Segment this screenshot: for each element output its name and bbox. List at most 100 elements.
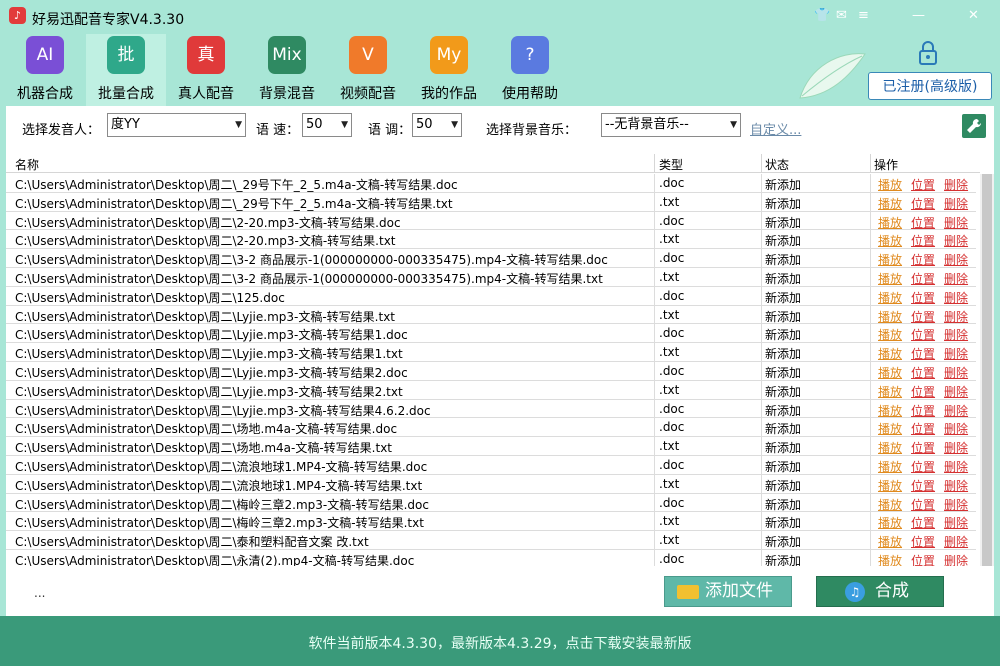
vertical-scrollbar[interactable] bbox=[980, 174, 994, 566]
custom-bgm-link[interactable]: 自定义... bbox=[750, 119, 801, 138]
locate-link[interactable]: 位置 bbox=[911, 178, 935, 192]
play-link[interactable]: 播放 bbox=[878, 291, 902, 305]
table-row[interactable]: C:\Users\Administrator\Desktop\周二\2-20.m… bbox=[6, 211, 976, 231]
locate-link[interactable]: 位置 bbox=[911, 197, 935, 211]
table-row[interactable]: C:\Users\Administrator\Desktop\周二\Lyjie.… bbox=[6, 399, 976, 419]
delete-link[interactable]: 删除 bbox=[944, 347, 968, 361]
tool-batch-synthesis[interactable]: 批 批量合成 bbox=[86, 34, 166, 106]
table-row[interactable]: C:\Users\Administrator\Desktop\周二\_29号下午… bbox=[6, 174, 976, 193]
locate-link[interactable]: 位置 bbox=[911, 291, 935, 305]
table-row[interactable]: C:\Users\Administrator\Desktop\周二\Lyjie.… bbox=[6, 324, 976, 344]
version-status[interactable]: 软件当前版本4.3.30，最新版本4.3.29，点击下载安装最新版 bbox=[0, 633, 1000, 653]
delete-link[interactable]: 删除 bbox=[944, 178, 968, 192]
play-link[interactable]: 播放 bbox=[878, 460, 902, 474]
table-row[interactable]: C:\Users\Administrator\Desktop\周二\场地.m4a… bbox=[6, 437, 976, 456]
locate-link[interactable]: 位置 bbox=[911, 385, 935, 399]
table-row[interactable]: C:\Users\Administrator\Desktop\周二\流浪地球1.… bbox=[6, 455, 976, 475]
locate-link[interactable]: 位置 bbox=[911, 234, 935, 248]
header-ops[interactable]: 操作 bbox=[874, 156, 898, 173]
table-row[interactable]: C:\Users\Administrator\Desktop\周二\流浪地球1.… bbox=[6, 474, 976, 494]
table-row[interactable]: C:\Users\Administrator\Desktop\周二\永清(2).… bbox=[6, 549, 976, 566]
scrollbar-thumb[interactable] bbox=[982, 174, 992, 566]
header-name[interactable]: 名称 bbox=[15, 156, 39, 173]
locate-link[interactable]: 位置 bbox=[911, 498, 935, 512]
play-link[interactable]: 播放 bbox=[878, 422, 902, 436]
play-link[interactable]: 播放 bbox=[878, 366, 902, 380]
delete-link[interactable]: 删除 bbox=[944, 216, 968, 230]
table-row[interactable]: C:\Users\Administrator\Desktop\周二\3-2 商品… bbox=[6, 267, 976, 287]
menu-icon[interactable]: ≡ bbox=[858, 9, 869, 23]
play-link[interactable]: 播放 bbox=[878, 554, 902, 566]
locate-link[interactable]: 位置 bbox=[911, 535, 935, 549]
delete-link[interactable]: 删除 bbox=[944, 291, 968, 305]
delete-link[interactable]: 删除 bbox=[944, 253, 968, 267]
locate-link[interactable]: 位置 bbox=[911, 441, 935, 455]
tool-human-dubbing[interactable]: 真 真人配音 bbox=[166, 34, 246, 106]
delete-link[interactable]: 删除 bbox=[944, 328, 968, 342]
delete-link[interactable]: 删除 bbox=[944, 366, 968, 380]
pitch-select[interactable]: 50 ▼ bbox=[412, 113, 462, 137]
settings-tool-button[interactable] bbox=[962, 114, 986, 138]
header-status[interactable]: 状态 bbox=[765, 156, 789, 173]
speed-select[interactable]: 50 ▼ bbox=[302, 113, 352, 137]
play-link[interactable]: 播放 bbox=[878, 216, 902, 230]
play-link[interactable]: 播放 bbox=[878, 479, 902, 493]
play-link[interactable]: 播放 bbox=[878, 234, 902, 248]
play-link[interactable]: 播放 bbox=[878, 310, 902, 324]
delete-link[interactable]: 删除 bbox=[944, 404, 968, 418]
locate-link[interactable]: 位置 bbox=[911, 422, 935, 436]
locate-link[interactable]: 位置 bbox=[911, 479, 935, 493]
table-row[interactable]: C:\Users\Administrator\Desktop\周二\3-2 商品… bbox=[6, 249, 976, 268]
skin-icon[interactable]: 👕 bbox=[814, 9, 830, 23]
table-row[interactable]: C:\Users\Administrator\Desktop\周二\梅岭三章2.… bbox=[6, 493, 976, 513]
locate-link[interactable]: 位置 bbox=[911, 328, 935, 342]
tool-video-dubbing[interactable]: V 视频配音 bbox=[328, 34, 408, 106]
locate-link[interactable]: 位置 bbox=[911, 310, 935, 324]
tool-my-works[interactable]: My 我的作品 bbox=[409, 34, 489, 106]
locate-link[interactable]: 位置 bbox=[911, 516, 935, 530]
play-link[interactable]: 播放 bbox=[878, 385, 902, 399]
delete-link[interactable]: 删除 bbox=[944, 516, 968, 530]
table-row[interactable]: C:\Users\Administrator\Desktop\周二\_29号下午… bbox=[6, 192, 976, 212]
message-icon[interactable]: ✉ bbox=[836, 9, 847, 23]
table-row[interactable]: C:\Users\Administrator\Desktop\周二\Lyjie.… bbox=[6, 305, 976, 325]
table-row[interactable]: C:\Users\Administrator\Desktop\周二\场地.m4a… bbox=[6, 418, 976, 438]
locate-link[interactable]: 位置 bbox=[911, 404, 935, 418]
delete-link[interactable]: 删除 bbox=[944, 272, 968, 286]
delete-link[interactable]: 删除 bbox=[944, 498, 968, 512]
add-file-button[interactable]: 添加文件 bbox=[664, 576, 792, 607]
locate-link[interactable]: 位置 bbox=[911, 253, 935, 267]
delete-link[interactable]: 删除 bbox=[944, 422, 968, 436]
play-link[interactable]: 播放 bbox=[878, 328, 902, 342]
locate-link[interactable]: 位置 bbox=[911, 347, 935, 361]
status-bar[interactable]: 软件当前版本4.3.30，最新版本4.3.29，点击下载安装最新版 bbox=[0, 616, 1000, 666]
close-icon[interactable]: ✕ bbox=[968, 9, 979, 23]
table-row[interactable]: C:\Users\Administrator\Desktop\周二\Lyjie.… bbox=[6, 380, 976, 400]
table-row[interactable]: C:\Users\Administrator\Desktop\周二\泰和塑料配音… bbox=[6, 531, 976, 550]
tool-background-mix[interactable]: Mix 背景混音 bbox=[247, 34, 327, 106]
play-link[interactable]: 播放 bbox=[878, 178, 902, 192]
tool-machine-synthesis[interactable]: AI 机器合成 bbox=[5, 34, 85, 106]
play-link[interactable]: 播放 bbox=[878, 516, 902, 530]
play-link[interactable]: 播放 bbox=[878, 404, 902, 418]
play-link[interactable]: 播放 bbox=[878, 535, 902, 549]
header-type[interactable]: 类型 bbox=[659, 156, 683, 173]
play-link[interactable]: 播放 bbox=[878, 441, 902, 455]
play-link[interactable]: 播放 bbox=[878, 498, 902, 512]
delete-link[interactable]: 删除 bbox=[944, 310, 968, 324]
delete-link[interactable]: 删除 bbox=[944, 460, 968, 474]
locate-link[interactable]: 位置 bbox=[911, 216, 935, 230]
play-link[interactable]: 播放 bbox=[878, 253, 902, 267]
locate-link[interactable]: 位置 bbox=[911, 554, 935, 566]
registered-button[interactable]: 已注册(高级版) bbox=[868, 72, 992, 100]
locate-link[interactable]: 位置 bbox=[911, 366, 935, 380]
table-row[interactable]: C:\Users\Administrator\Desktop\周二\Lyjie.… bbox=[6, 361, 976, 381]
bgm-select[interactable]: --无背景音乐-- ▼ bbox=[601, 113, 741, 137]
table-row[interactable]: C:\Users\Administrator\Desktop\周二\Lyjie.… bbox=[6, 343, 976, 362]
delete-link[interactable]: 删除 bbox=[944, 441, 968, 455]
speaker-select[interactable]: 度YY ▼ bbox=[107, 113, 246, 137]
delete-link[interactable]: 删除 bbox=[944, 554, 968, 566]
delete-link[interactable]: 删除 bbox=[944, 535, 968, 549]
delete-link[interactable]: 删除 bbox=[944, 479, 968, 493]
delete-link[interactable]: 删除 bbox=[944, 234, 968, 248]
